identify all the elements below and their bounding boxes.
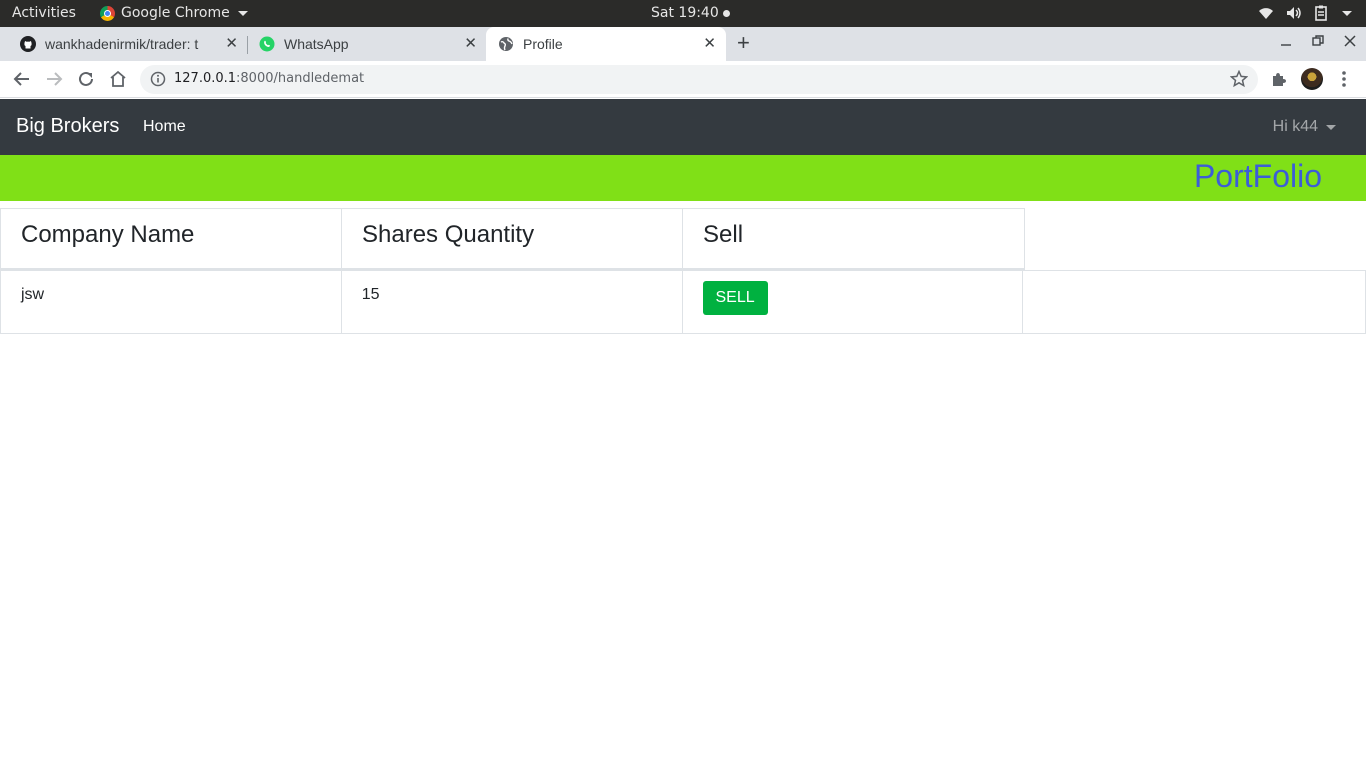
chevron-down-icon xyxy=(1326,124,1336,130)
column-header-sell: Sell xyxy=(703,221,744,248)
activities-button[interactable]: Activities xyxy=(12,5,76,21)
tab-whatsapp[interactable]: WhatsApp ✕ xyxy=(248,27,486,61)
new-tab-button[interactable]: + xyxy=(737,32,750,54)
globe-icon xyxy=(499,37,513,51)
user-greeting: Hi k44 xyxy=(1272,118,1318,135)
cell-company: jsw xyxy=(1,271,342,333)
chevron-down-icon xyxy=(237,10,248,16)
minimize-icon[interactable] xyxy=(1280,35,1292,47)
volume-icon xyxy=(1287,7,1301,19)
page-title: PortFolio xyxy=(1193,158,1322,194)
close-window-icon[interactable] xyxy=(1344,35,1356,47)
tab-title: Profile xyxy=(523,36,563,52)
cell-sell: SELL xyxy=(683,271,1024,333)
cell-quantity: 15 xyxy=(342,271,683,333)
sell-button[interactable]: SELL xyxy=(702,281,768,315)
window-controls xyxy=(1280,35,1356,47)
whatsapp-icon xyxy=(259,36,275,52)
app-menu[interactable]: Google Chrome xyxy=(100,5,248,21)
app-name: Google Chrome xyxy=(121,5,230,21)
close-icon[interactable]: ✕ xyxy=(703,36,716,52)
table-row: jsw 15 SELL xyxy=(0,270,1366,334)
url-text: 127.0.0.1:8000/handledemat xyxy=(174,71,364,86)
notification-dot-icon xyxy=(722,9,730,17)
nav-home-link[interactable]: Home xyxy=(143,118,186,136)
extensions-puzzle-icon[interactable] xyxy=(1271,71,1287,87)
portfolio-banner: PortFolio xyxy=(0,155,1366,201)
system-tray[interactable] xyxy=(1258,5,1352,21)
user-dropdown[interactable]: Hi k44 xyxy=(1273,118,1336,136)
wifi-icon xyxy=(1259,8,1273,19)
back-arrow-icon[interactable] xyxy=(12,69,32,89)
tab-title: WhatsApp xyxy=(284,36,349,52)
tab-github[interactable]: wankhadenirmik/trader: t ✕ xyxy=(8,27,248,61)
brand-link[interactable]: Big Brokers xyxy=(16,115,119,138)
url-host: 127.0.0.1 xyxy=(174,71,237,86)
column-header-quantity: Shares Quantity xyxy=(342,209,683,268)
cell-empty xyxy=(1023,271,1365,333)
url-path: :8000/handledemat xyxy=(236,71,365,86)
forward-arrow-icon[interactable] xyxy=(44,69,64,89)
menu-kebab-icon[interactable] xyxy=(1338,69,1350,89)
clipboard-icon xyxy=(1315,5,1327,21)
tab-profile[interactable]: Profile ✕ xyxy=(486,27,726,61)
close-icon[interactable]: ✕ xyxy=(464,36,477,52)
tab-title: wankhadenirmik/trader: t xyxy=(45,36,199,52)
table-header: Company Name Shares Quantity Sell xyxy=(0,208,1025,270)
column-header-company: Company Name xyxy=(1,209,342,268)
tab-strip: wankhadenirmik/trader: t ✕ WhatsApp ✕ Pr… xyxy=(0,27,1366,61)
clock[interactable]: Sat 19:40 xyxy=(651,5,730,21)
reload-icon[interactable] xyxy=(76,69,96,89)
browser-toolbar: 127.0.0.1:8000/handledemat xyxy=(0,61,1366,98)
profile-avatar[interactable] xyxy=(1301,68,1323,90)
info-icon[interactable] xyxy=(150,71,166,87)
os-top-bar: Activities Google Chrome Sat 19:40 xyxy=(0,0,1366,27)
github-icon xyxy=(20,36,36,52)
bookmark-star-icon[interactable] xyxy=(1230,70,1248,88)
home-icon[interactable] xyxy=(108,69,128,89)
chrome-icon xyxy=(100,5,115,21)
clock-text: Sat 19:40 xyxy=(651,5,719,21)
site-navbar: Big Brokers Home Hi k44 xyxy=(0,99,1366,155)
chevron-down-icon xyxy=(1342,10,1352,16)
close-icon[interactable]: ✕ xyxy=(225,36,238,52)
address-bar[interactable]: 127.0.0.1:8000/handledemat xyxy=(140,65,1258,94)
restore-icon[interactable] xyxy=(1312,35,1324,47)
